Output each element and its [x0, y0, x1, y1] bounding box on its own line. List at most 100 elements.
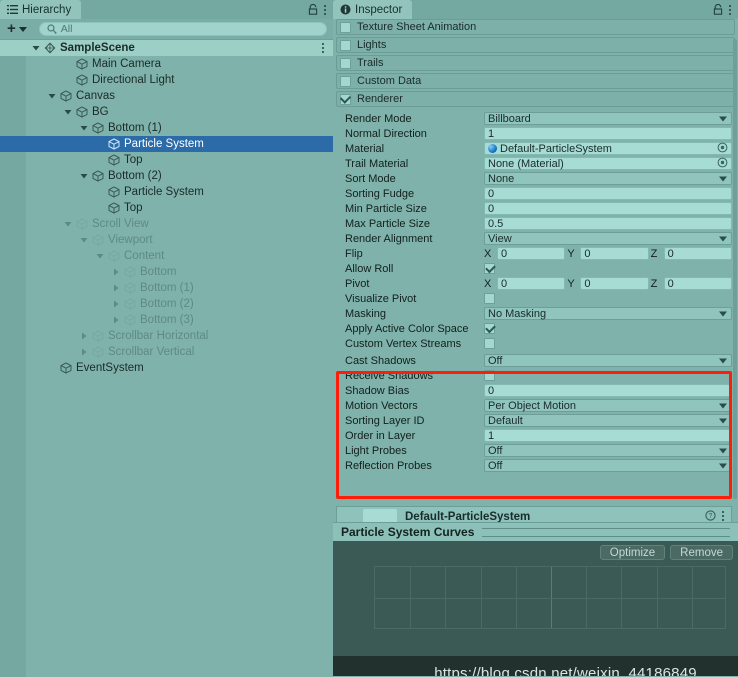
dropdown-reflection-probes[interactable]: Off — [484, 459, 732, 472]
object-field-material[interactable]: Default-ParticleSystem — [484, 142, 732, 155]
hierarchy-item-viewport[interactable]: Viewport — [0, 232, 333, 248]
object-field-trail-material[interactable]: None (Material) — [484, 157, 732, 170]
hierarchy-item-top[interactable]: Top — [0, 152, 333, 168]
tab-hierarchy[interactable]: Hierarchy — [0, 0, 82, 19]
dropdown-render-alignment[interactable]: View — [484, 232, 732, 245]
hierarchy-item-directional-light[interactable]: Directional Light — [0, 72, 333, 88]
dropdown-cast-shadows[interactable]: Off — [484, 354, 732, 367]
checkbox-receive-shadows[interactable] — [484, 370, 495, 381]
object-picker-icon[interactable] — [717, 142, 728, 156]
hierarchy-item-bottom-1[interactable]: Bottom (1) — [0, 280, 333, 296]
expand-toggle-down-icon[interactable] — [78, 172, 89, 180]
dropdown-sorting-layer-id[interactable]: Default — [484, 414, 732, 427]
renderer-properties[interactable]: Render Mode Billboard Normal Direction 1 Mat… — [333, 109, 738, 351]
module-checkbox[interactable] — [340, 57, 351, 69]
dropdown-sort-mode[interactable]: None — [484, 172, 732, 185]
hierarchy-item-bottom-1[interactable]: Bottom (1) — [0, 120, 333, 136]
hierarchy-item-eventsystem[interactable]: EventSystem — [0, 360, 333, 376]
input-flip-z[interactable]: 0 — [663, 247, 732, 260]
module-row-renderer[interactable]: Renderer — [336, 91, 735, 107]
hierarchy-item-bg[interactable]: BG — [0, 104, 333, 120]
hierarchy-item-bottom-2[interactable]: Bottom (2) — [0, 296, 333, 312]
renderer-shadow-properties[interactable]: Cast Shadows Off Receive Shadows Shadow Bia… — [333, 351, 738, 473]
remove-button[interactable]: Remove — [670, 545, 733, 560]
module-row-lights[interactable]: Lights — [336, 37, 735, 53]
lock-icon[interactable] — [308, 4, 318, 15]
hierarchy-item-main-camera[interactable]: Main Camera — [0, 56, 333, 72]
checkbox-apply-active-color-space[interactable] — [484, 323, 495, 334]
expand-toggle-right-icon[interactable] — [110, 300, 121, 308]
kebab-menu-icon[interactable] — [728, 4, 732, 16]
hierarchy-item-top[interactable]: Top — [0, 200, 333, 216]
hierarchy-item-particle-system[interactable]: Particle System — [0, 136, 333, 152]
checkbox-visualize-pivot[interactable] — [484, 293, 495, 304]
input-max-particle-size[interactable]: 0.5 — [484, 217, 732, 230]
scene-context-menu-button[interactable] — [321, 40, 325, 56]
inspector-scrollbar[interactable] — [733, 39, 737, 499]
expand-toggle-down-icon[interactable] — [78, 124, 89, 132]
hierarchy-item-canvas[interactable]: Canvas — [0, 88, 333, 104]
expand-toggle-down-icon[interactable] — [94, 252, 105, 260]
hierarchy-item-label: Bottom (3) — [140, 314, 194, 326]
kebab-menu-icon[interactable] — [323, 4, 327, 16]
module-checkbox[interactable] — [340, 75, 351, 87]
hierarchy-item-scrollbar-vertical[interactable]: Scrollbar Vertical — [0, 344, 333, 360]
search-input[interactable]: All — [38, 22, 327, 36]
dropdown-motion-vectors[interactable]: Per Object Motion — [484, 399, 732, 412]
object-picker-icon[interactable] — [717, 157, 728, 171]
curves-header-rule — [482, 527, 730, 537]
tab-inspector[interactable]: Inspector — [333, 0, 413, 19]
expand-toggle-right-icon[interactable] — [110, 316, 121, 324]
hierarchy-item-samplescene[interactable]: SampleScene — [0, 40, 333, 56]
input-flip-y[interactable]: 0 — [580, 247, 649, 260]
checkbox-custom-vertex-streams[interactable] — [484, 338, 495, 349]
expand-toggle-down-icon[interactable] — [62, 108, 73, 116]
expand-toggle-right-icon[interactable] — [110, 284, 121, 292]
dropdown-light-probes[interactable]: Off — [484, 444, 732, 457]
input-shadow-bias[interactable]: 0 — [484, 384, 732, 397]
input-order-in-layer[interactable]: 1 — [484, 429, 732, 442]
input-pivot-z[interactable]: 0 — [663, 277, 732, 290]
input-pivot-x[interactable]: 0 — [497, 277, 566, 290]
lock-icon[interactable] — [713, 4, 723, 15]
module-checkbox[interactable] — [340, 21, 351, 33]
property-row-material: Material Default-ParticleSystem — [339, 141, 732, 156]
add-gameobject-button[interactable]: + — [4, 21, 30, 36]
expand-toggle-right-icon[interactable] — [78, 348, 89, 356]
hierarchy-item-scroll-view[interactable]: Scroll View — [0, 216, 333, 232]
expand-toggle-right-icon[interactable] — [110, 268, 121, 276]
input-min-particle-size[interactable]: 0 — [484, 202, 732, 215]
module-checkbox[interactable] — [340, 93, 351, 105]
hierarchy-item-particle-system[interactable]: Particle System — [0, 184, 333, 200]
optimize-button[interactable]: Optimize — [599, 545, 666, 560]
property-row-motion-vectors: Motion Vectors Per Object Motion — [339, 398, 732, 413]
module-checkbox[interactable] — [340, 39, 351, 51]
checkbox-allow-roll[interactable] — [484, 263, 495, 274]
kebab-menu-icon[interactable] — [721, 510, 725, 522]
dropdown-render-mode[interactable]: Billboard — [484, 112, 732, 125]
hierarchy-tree[interactable]: SampleScene Main Camera Directional Light C… — [0, 40, 333, 677]
expand-toggle-down-icon[interactable] — [46, 92, 57, 100]
module-row-texture-sheet-animation[interactable]: Texture Sheet Animation — [336, 19, 735, 35]
module-row-custom-data[interactable]: Custom Data — [336, 73, 735, 89]
input-normal-direction[interactable]: 1 — [484, 127, 732, 140]
expand-toggle-down-icon[interactable] — [30, 44, 41, 52]
input-sorting-fudge[interactable]: 0 — [484, 187, 732, 200]
module-row-trails[interactable]: Trails — [336, 55, 735, 71]
hierarchy-item-bottom-2[interactable]: Bottom (2) — [0, 168, 333, 184]
hierarchy-item-content[interactable]: Content — [0, 248, 333, 264]
input-pivot-y[interactable]: 0 — [580, 277, 649, 290]
hierarchy-item-bottom[interactable]: Bottom — [0, 264, 333, 280]
hierarchy-item-scrollbar-horizontal[interactable]: Scrollbar Horizontal — [0, 328, 333, 344]
dropdown-masking[interactable]: No Masking — [484, 307, 732, 320]
input-flip-x[interactable]: 0 — [497, 247, 566, 260]
particle-system-curves-header[interactable]: Particle System Curves — [333, 522, 738, 541]
expand-toggle-down-icon[interactable] — [78, 236, 89, 244]
kebab-menu-icon[interactable] — [321, 42, 325, 54]
hierarchy-item-label: Top — [124, 202, 143, 214]
particle-modules-list[interactable]: Texture Sheet Animation Lights Trails Custo… — [333, 19, 738, 107]
curve-editor[interactable]: Optimize Remove — [333, 541, 738, 656]
expand-toggle-down-icon[interactable] — [62, 220, 73, 228]
expand-toggle-right-icon[interactable] — [78, 332, 89, 340]
hierarchy-item-bottom-3[interactable]: Bottom (3) — [0, 312, 333, 328]
